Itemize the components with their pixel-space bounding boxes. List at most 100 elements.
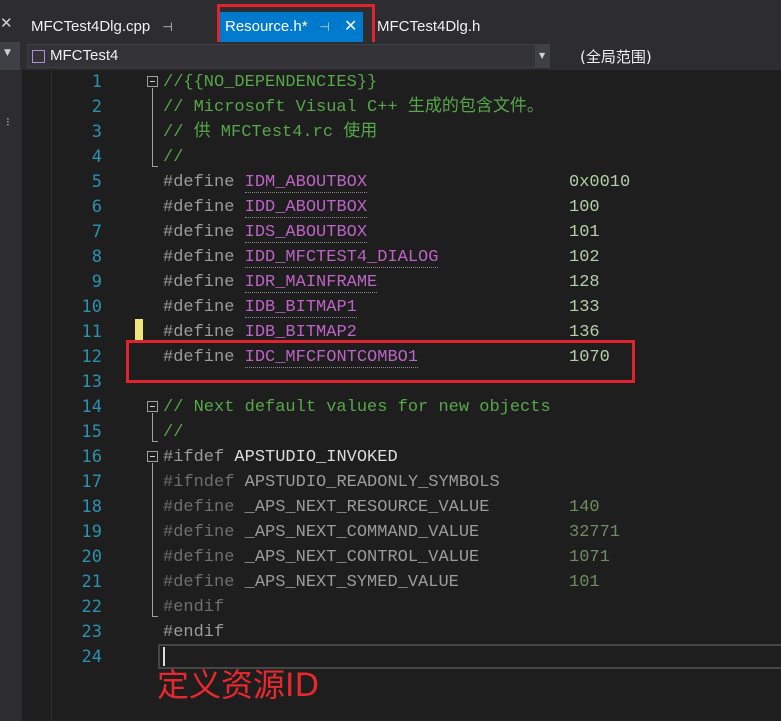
line-number: 6 bbox=[91, 197, 102, 217]
code-line[interactable]: 21 #define _APS_NEXT_SYMED_VALUE 101 bbox=[0, 570, 781, 595]
preprocessor-keyword: #endif bbox=[163, 623, 225, 642]
outline-guide bbox=[152, 441, 158, 442]
macro-value: 101 bbox=[569, 573, 600, 592]
code-line[interactable]: 1 //{{NO_DEPENDENCIES}} bbox=[0, 70, 781, 95]
preprocessor-keyword: #define bbox=[163, 198, 235, 217]
code-line[interactable]: 14 // Next default values for new objects bbox=[0, 395, 781, 420]
scope-dropdown[interactable]: (全局范围) bbox=[580, 46, 652, 67]
define-highlight-box bbox=[126, 340, 635, 383]
code-line[interactable]: 2 // Microsoft Visual C++ 生成的包含文件。 bbox=[0, 95, 781, 120]
code-comment: // 供 MFCTest4.rc 使用 bbox=[163, 123, 378, 142]
macro-identifier[interactable]: _APS_NEXT_CONTROL_VALUE bbox=[245, 548, 480, 567]
project-dropdown-arrow[interactable]: ▼ bbox=[536, 44, 550, 68]
code-line[interactable]: 10 #define IDB_BITMAP1 133 bbox=[0, 295, 781, 320]
preprocessor-keyword: #endif bbox=[163, 598, 225, 617]
macro-identifier[interactable]: _APS_NEXT_SYMED_VALUE bbox=[245, 573, 459, 592]
code-line[interactable]: 17 #ifndef APSTUDIO_READONLY_SYMBOLS bbox=[0, 470, 781, 495]
close-icon[interactable]: ✕ bbox=[0, 14, 13, 32]
macro-identifier[interactable]: APSTUDIO_INVOKED bbox=[234, 448, 397, 467]
tab-label: MFCTest4Dlg.cpp bbox=[31, 18, 151, 35]
macro-value: 101 bbox=[569, 223, 600, 242]
line-number: 15 bbox=[81, 422, 102, 442]
document-tab-strip: ✕ MFCTest4Dlg.cpp ⊣ Resource.h* ⊣ ✕ MFCTest… bbox=[0, 0, 781, 42]
code-text: #endif bbox=[163, 595, 224, 620]
line-number: 1 bbox=[91, 72, 102, 92]
tab-label: MFCTest4Dlg.h bbox=[377, 18, 481, 35]
line-number: 11 bbox=[81, 322, 102, 342]
line-number: 5 bbox=[91, 172, 102, 192]
project-dropdown[interactable]: MFCTest4 bbox=[27, 44, 536, 68]
code-line[interactable]: 6 #define IDD_ABOUTBOX 100 bbox=[0, 195, 781, 220]
code-line[interactable]: 22 #endif bbox=[0, 595, 781, 620]
code-line[interactable]: 19 #define _APS_NEXT_COMMAND_VALUE 32771 bbox=[0, 520, 781, 545]
code-comment: // bbox=[163, 148, 184, 167]
outline-guide bbox=[152, 88, 153, 166]
macro-identifier[interactable]: IDS_ABOUTBOX bbox=[244, 223, 368, 243]
code-line[interactable]: 7 #define IDS_ABOUTBOX 101 bbox=[0, 220, 781, 245]
macro-value: 1071 bbox=[569, 548, 610, 567]
code-text: #define IDM_ABOUTBOX bbox=[163, 170, 368, 195]
macro-identifier[interactable]: IDR_MAINFRAME bbox=[244, 273, 378, 293]
macro-identifier[interactable]: IDD_ABOUTBOX bbox=[244, 198, 368, 218]
macro-identifier[interactable]: IDM_ABOUTBOX bbox=[244, 173, 368, 193]
code-text: #endif bbox=[163, 620, 224, 645]
code-line[interactable]: 8 #define IDD_MFCTEST4_DIALOG 102 bbox=[0, 245, 781, 270]
code-line[interactable]: 15 // bbox=[0, 420, 781, 445]
code-text: #define IDD_MFCTEST4_DIALOG bbox=[163, 245, 439, 270]
code-line[interactable]: 9 #define IDR_MAINFRAME 128 bbox=[0, 270, 781, 295]
line-number: 7 bbox=[91, 222, 102, 242]
line-number: 23 bbox=[81, 622, 102, 642]
code-text: #define _APS_NEXT_RESOURCE_VALUE bbox=[163, 495, 489, 520]
collapse-icon[interactable] bbox=[147, 76, 158, 87]
chevron-down-icon: ▼ bbox=[539, 51, 546, 60]
preprocessor-keyword: #define bbox=[163, 523, 235, 542]
code-line[interactable]: 23 #endif bbox=[0, 620, 781, 645]
collapse-icon[interactable] bbox=[147, 401, 158, 412]
project-icon bbox=[32, 50, 45, 63]
code-line[interactable]: 20 #define _APS_NEXT_CONTROL_VALUE 1071 bbox=[0, 545, 781, 570]
preprocessor-keyword: #define bbox=[163, 173, 235, 192]
macro-identifier[interactable]: IDD_MFCTEST4_DIALOG bbox=[244, 248, 439, 268]
outline-guide bbox=[152, 616, 158, 617]
chevron-down-icon: ▼ bbox=[4, 48, 11, 58]
code-text: #define IDB_BITMAP1 bbox=[163, 295, 357, 320]
line-number: 13 bbox=[81, 372, 102, 392]
outline-guide bbox=[152, 413, 153, 441]
tab-mfctest4dlg-h[interactable]: MFCTest4Dlg.h bbox=[377, 12, 480, 42]
code-comment: //{{NO_DEPENDENCIES}} bbox=[163, 73, 378, 92]
file-dropdown[interactable]: ▼ bbox=[0, 42, 20, 70]
macro-value: 128 bbox=[569, 273, 600, 292]
code-text: #define _APS_NEXT_COMMAND_VALUE bbox=[163, 520, 479, 545]
code-line[interactable]: 18 #define _APS_NEXT_RESOURCE_VALUE 140 bbox=[0, 495, 781, 520]
macro-identifier[interactable]: APSTUDIO_READONLY_SYMBOLS bbox=[245, 473, 500, 492]
macro-value: 100 bbox=[569, 198, 600, 217]
line-number: 2 bbox=[91, 97, 102, 117]
navigation-bar: ▼ MFCTest4 ▼ (全局范围) bbox=[0, 42, 781, 70]
code-line[interactable]: 3 // 供 MFCTest4.rc 使用 bbox=[0, 120, 781, 145]
project-name: MFCTest4 bbox=[50, 47, 119, 64]
line-number: 20 bbox=[81, 547, 102, 567]
line-number: 16 bbox=[81, 447, 102, 467]
code-text: #define IDD_ABOUTBOX bbox=[163, 195, 368, 220]
line-number: 18 bbox=[81, 497, 102, 517]
macro-value: 133 bbox=[569, 298, 600, 317]
code-text: #define _APS_NEXT_CONTROL_VALUE bbox=[163, 545, 479, 570]
macro-identifier[interactable]: _APS_NEXT_COMMAND_VALUE bbox=[245, 523, 480, 542]
tab-mfctest4dlg-cpp[interactable]: MFCTest4Dlg.cpp ⊣ bbox=[31, 12, 173, 42]
annotation-label: 定义资源ID bbox=[157, 666, 320, 704]
code-text: #define _APS_NEXT_SYMED_VALUE bbox=[163, 570, 459, 595]
code-line[interactable]: 5 #define IDM_ABOUTBOX 0x0010 bbox=[0, 170, 781, 195]
macro-identifier[interactable]: _APS_NEXT_RESOURCE_VALUE bbox=[245, 498, 490, 517]
line-number: 4 bbox=[91, 147, 102, 167]
code-text: #define IDR_MAINFRAME bbox=[163, 270, 378, 295]
line-number: 24 bbox=[81, 647, 102, 667]
line-number: 9 bbox=[91, 272, 102, 292]
line-number: 3 bbox=[91, 122, 102, 142]
macro-identifier[interactable]: IDB_BITMAP1 bbox=[244, 298, 357, 318]
pin-icon[interactable]: ⊣ bbox=[162, 20, 172, 34]
code-line[interactable]: 16 #ifdef APSTUDIO_INVOKED bbox=[0, 445, 781, 470]
code-line[interactable]: 4 // bbox=[0, 145, 781, 170]
line-number: 10 bbox=[81, 297, 102, 317]
preprocessor-keyword: #define bbox=[163, 248, 235, 267]
collapse-icon[interactable] bbox=[147, 451, 158, 462]
